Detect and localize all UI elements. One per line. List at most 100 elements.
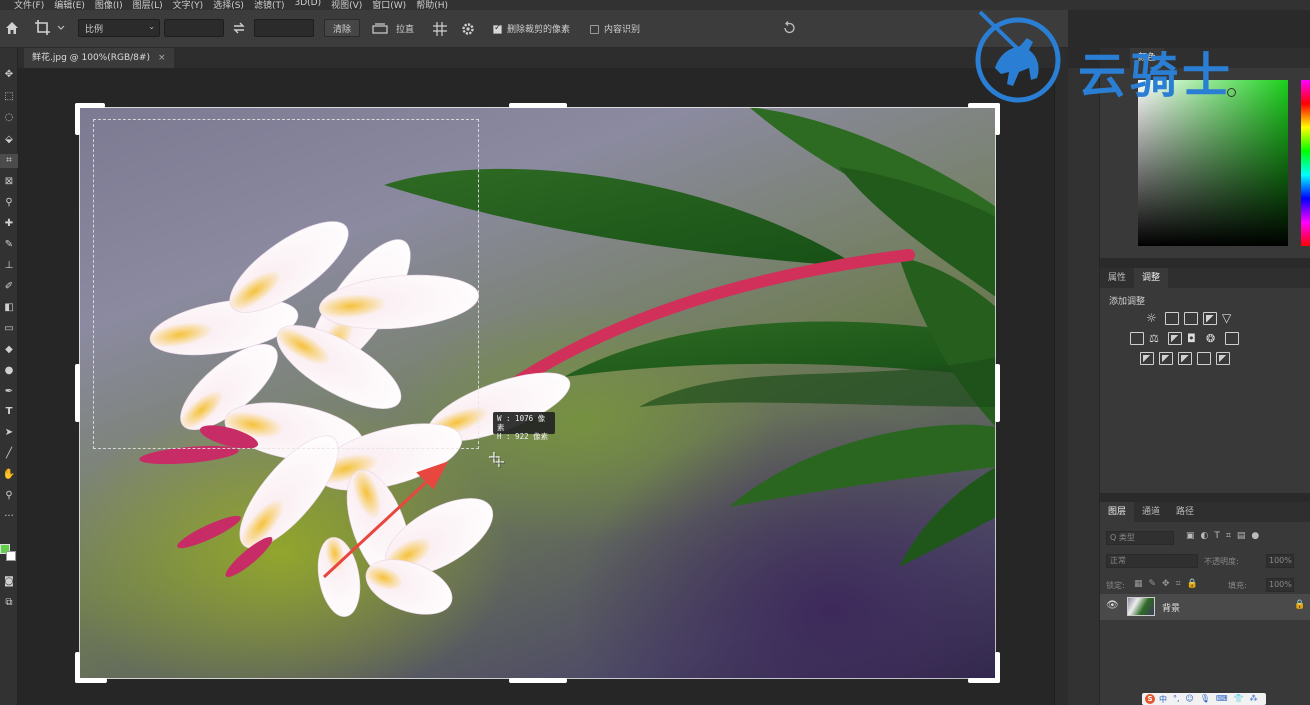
tray-item[interactable]: ⌨: [1216, 694, 1228, 705]
invert-icon[interactable]: [1140, 352, 1154, 365]
screen-mode-icon[interactable]: ⧉: [0, 596, 18, 610]
crop-handle-bottom-left-v[interactable]: [75, 652, 80, 683]
crop-handle-left-middle[interactable]: [75, 364, 80, 422]
marquee-tool-icon[interactable]: ⬚: [0, 90, 18, 104]
layer-row-background[interactable]: 👁 背景 🔒: [1100, 594, 1310, 620]
quick-mask-icon[interactable]: ◙: [0, 575, 18, 589]
crop-ratio-select[interactable]: 比例 ⌄: [78, 19, 160, 37]
blend-mode-value: 正常: [1110, 556, 1126, 565]
eraser-tool-icon[interactable]: ◧: [0, 301, 18, 315]
eyedropper-tool-icon[interactable]: ⚲: [0, 196, 18, 210]
tab-adjustments[interactable]: 调整: [1134, 268, 1169, 288]
threshold-icon[interactable]: [1178, 352, 1192, 365]
menu-item[interactable]: 图像(I): [95, 0, 123, 10]
brush-tool-icon[interactable]: ✎: [0, 238, 18, 252]
exposure-icon[interactable]: [1203, 312, 1217, 325]
menu-item[interactable]: 3D(D): [294, 0, 321, 10]
delete-cropped-checkbox[interactable]: [493, 23, 502, 34]
color-balance-icon[interactable]: ⚖: [1149, 332, 1163, 345]
tray-item[interactable]: ☺: [1186, 694, 1194, 705]
pen-tool-icon[interactable]: ✒: [0, 385, 18, 399]
zoom-tool-icon[interactable]: ⚲: [0, 489, 18, 503]
opacity-label: 不透明度:: [1204, 557, 1239, 566]
tray-item[interactable]: 👕: [1234, 694, 1244, 705]
tray-item[interactable]: 🎙: [1200, 694, 1210, 705]
type-tool-icon[interactable]: T: [0, 405, 18, 419]
more-tools-icon[interactable]: ···: [0, 510, 18, 524]
menu-item[interactable]: 滤镜(T): [254, 0, 285, 10]
photo-filter-icon[interactable]: ◘: [1187, 332, 1201, 345]
path-select-icon[interactable]: ➤: [0, 426, 18, 440]
crop-width-input[interactable]: [164, 19, 224, 37]
blend-mode-select[interactable]: 正常: [1106, 554, 1198, 568]
gradient-map-icon[interactable]: [1197, 352, 1211, 365]
eye-icon[interactable]: 👁: [1106, 600, 1119, 611]
menu-item[interactable]: 文字(Y): [173, 0, 204, 10]
color-lookup-icon[interactable]: [1225, 332, 1239, 345]
brightness-icon[interactable]: ☼: [1146, 312, 1160, 325]
swap-icon[interactable]: [232, 21, 246, 35]
hand-tool-icon[interactable]: ✋: [0, 468, 18, 482]
close-icon[interactable]: ×: [158, 48, 166, 68]
content-aware-checkbox[interactable]: [590, 25, 599, 34]
tab-paths[interactable]: 路径: [1168, 502, 1202, 522]
reset-icon[interactable]: [782, 21, 796, 35]
vertical-scrollbar[interactable]: [1054, 68, 1068, 705]
healing-brush-icon[interactable]: ✚: [0, 217, 18, 231]
move-tool-icon[interactable]: ✥: [0, 68, 18, 82]
tray-item[interactable]: ⁂: [1250, 694, 1258, 705]
straighten-icon[interactable]: [372, 21, 388, 35]
straighten-label[interactable]: 拉直: [396, 22, 414, 35]
tab-properties[interactable]: 属性: [1100, 268, 1134, 288]
menu-item[interactable]: 视图(V): [331, 0, 362, 10]
frame-tool-icon[interactable]: ⊠: [0, 175, 18, 189]
curves-icon[interactable]: [1184, 312, 1198, 325]
crop-handle-top-left-v[interactable]: [75, 103, 80, 135]
lasso-tool-icon[interactable]: ◌: [0, 111, 18, 125]
opacity-input[interactable]: 100%: [1266, 554, 1294, 568]
menu-item[interactable]: 图层(L): [133, 0, 163, 10]
crop-size-tooltip: W : 1076 像素 H : 922 像素: [493, 412, 555, 441]
background-color-swatch[interactable]: [6, 551, 16, 561]
overlay-grid-icon[interactable]: [432, 21, 448, 37]
tray-item[interactable]: °,: [1173, 694, 1180, 705]
tools-panel: ✥ ⬚ ◌ ⬙ ⌗ ⊠ ⚲ ✚ ✎ ⊥ ✐ ◧ ▭ ◆ ● ✒ T ➤ ╱ ✋ …: [0, 48, 18, 705]
menu-item[interactable]: 选择(S): [213, 0, 244, 10]
vibrance-icon[interactable]: ▽: [1222, 312, 1236, 325]
crop-tool-preset-icon[interactable]: [34, 19, 66, 37]
crop-handle-top-middle[interactable]: [509, 103, 567, 108]
hue-saturation-icon[interactable]: [1130, 332, 1144, 345]
line-tool-icon[interactable]: ╱: [0, 447, 18, 461]
posterize-icon[interactable]: [1159, 352, 1173, 365]
dodge-tool-icon[interactable]: ●: [0, 364, 18, 378]
channel-mixer-icon[interactable]: ❂: [1206, 332, 1220, 345]
gear-icon[interactable]: [460, 21, 476, 37]
document-tab[interactable]: 鲜花.jpg @ 100%(RGB/8#) ×: [24, 48, 174, 68]
menu-item[interactable]: 文件(F): [14, 0, 44, 10]
menu-item[interactable]: 帮助(H): [416, 0, 448, 10]
layer-filter-select[interactable]: Q 类型: [1106, 531, 1174, 545]
tab-layers[interactable]: 图层: [1100, 502, 1135, 522]
stamp-tool-icon[interactable]: ⊥: [0, 259, 18, 273]
tab-channels[interactable]: 通道: [1134, 502, 1168, 522]
menu-item[interactable]: 窗口(W): [372, 0, 406, 10]
levels-icon[interactable]: [1165, 312, 1179, 325]
fill-input[interactable]: 100%: [1266, 578, 1294, 592]
tray-item[interactable]: 中: [1159, 694, 1167, 705]
home-icon[interactable]: [4, 20, 20, 36]
crop-tool-icon[interactable]: ⌗: [0, 154, 18, 168]
quick-select-tool-icon[interactable]: ⬙: [0, 133, 18, 147]
black-white-icon[interactable]: [1168, 332, 1182, 345]
crop-handle-bottom-middle[interactable]: [509, 678, 567, 683]
hue-slider[interactable]: [1301, 80, 1310, 246]
history-brush-icon[interactable]: ✐: [0, 280, 18, 294]
blur-tool-icon[interactable]: ◆: [0, 343, 18, 357]
crop-handle-bottom-right-v[interactable]: [995, 652, 1000, 683]
crop-height-input[interactable]: [254, 19, 314, 37]
selective-color-icon[interactable]: [1216, 352, 1230, 365]
crop-handle-right-middle[interactable]: [995, 364, 1000, 422]
gradient-tool-icon[interactable]: ▭: [0, 322, 18, 336]
clear-button[interactable]: 清除: [324, 19, 360, 37]
sogou-icon[interactable]: S: [1145, 694, 1155, 704]
menu-item[interactable]: 编辑(E): [54, 0, 85, 10]
